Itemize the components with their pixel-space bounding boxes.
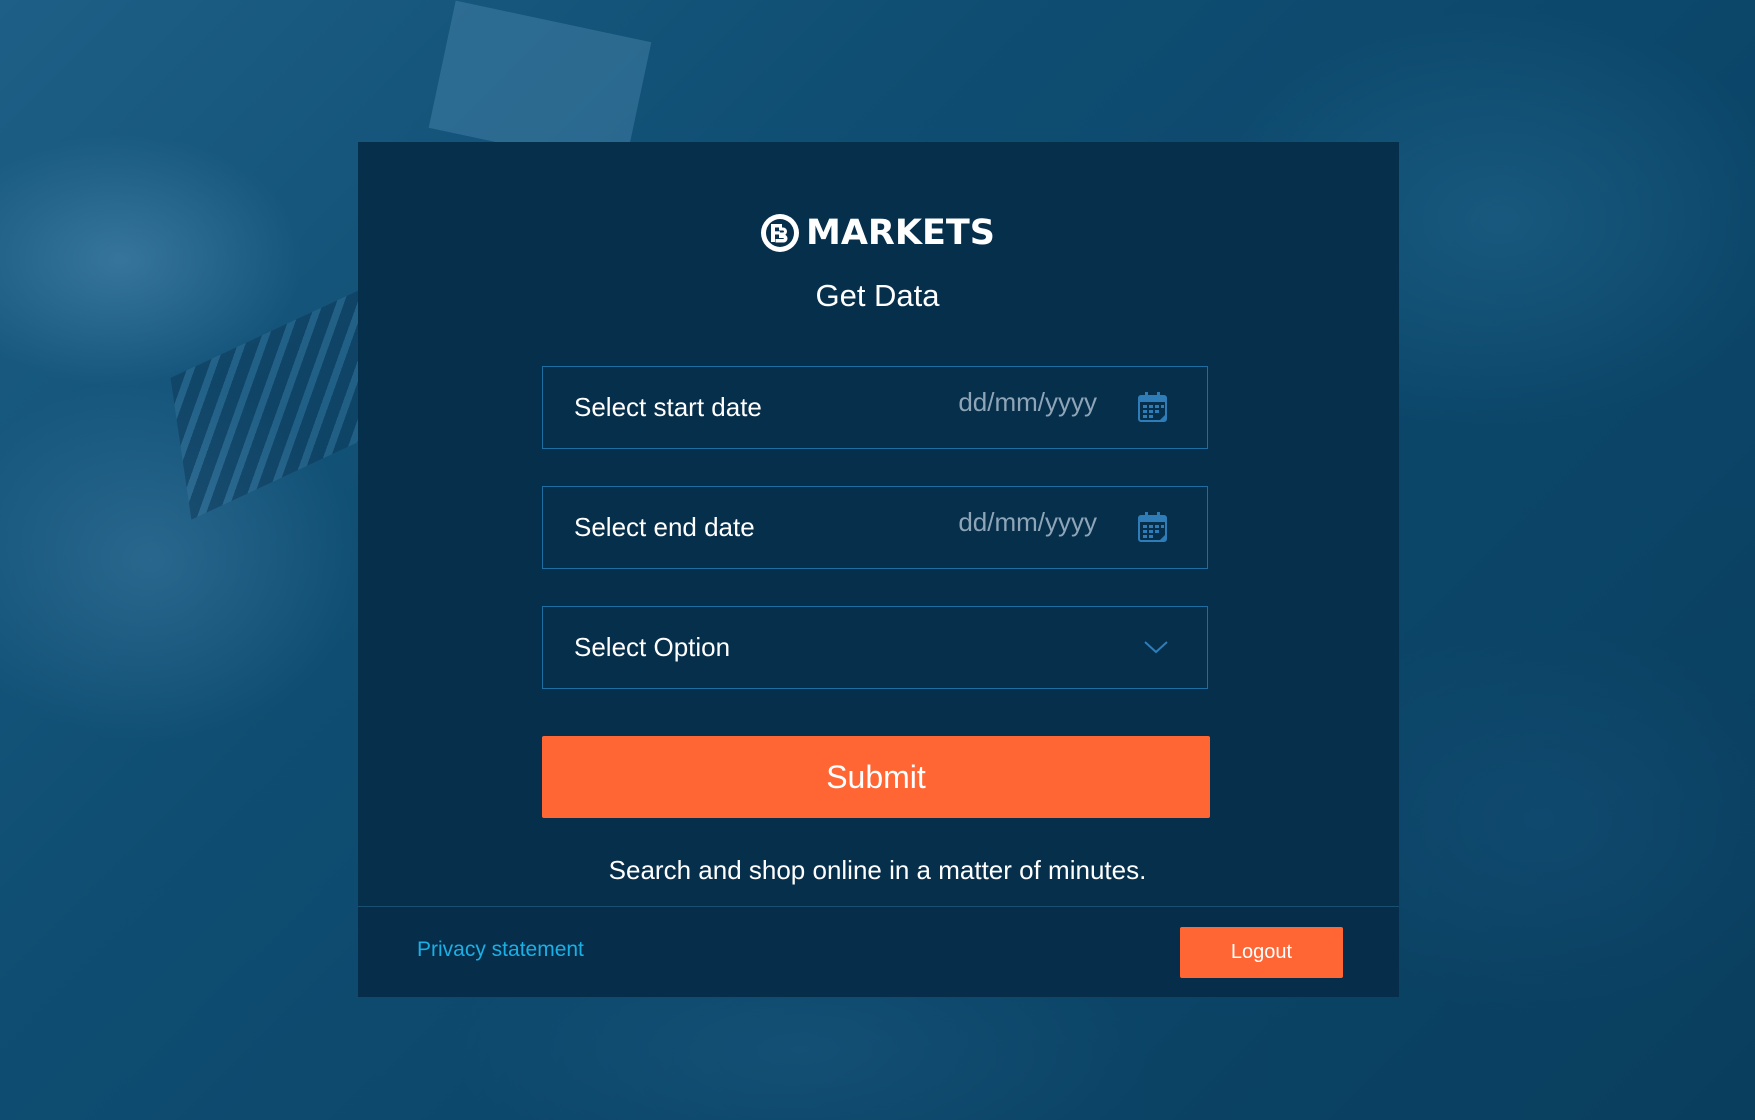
privacy-statement-link[interactable]: Privacy statement <box>417 938 584 962</box>
end-date-label: Select end date <box>574 512 755 542</box>
option-select[interactable]: Select Option <box>542 606 1208 689</box>
page-title: Get Data <box>815 278 940 313</box>
option-select-label: Select Option <box>574 632 731 662</box>
logout-button[interactable]: Logout <box>1180 927 1343 978</box>
brand-name: MARKETS <box>806 213 995 253</box>
fe-logo-icon <box>760 213 800 253</box>
start-date-label: Select start date <box>574 392 762 422</box>
background-keyboard <box>170 290 380 520</box>
brand-logo: MARKETS <box>0 213 1755 259</box>
start-date-field[interactable]: Select start date dd/mm/yyyy <box>542 366 1208 449</box>
calendar-icon[interactable] <box>1137 511 1169 543</box>
tagline: Search and shop online in a matter of mi… <box>608 855 1147 885</box>
end-date-placeholder[interactable]: dd/mm/yyyy <box>958 507 1097 538</box>
start-date-placeholder[interactable]: dd/mm/yyyy <box>958 387 1097 418</box>
submit-button[interactable]: Submit <box>542 736 1210 818</box>
chevron-down-icon[interactable] <box>1143 637 1169 657</box>
calendar-icon[interactable] <box>1137 391 1169 423</box>
end-date-field[interactable]: Select end date dd/mm/yyyy <box>542 486 1208 569</box>
